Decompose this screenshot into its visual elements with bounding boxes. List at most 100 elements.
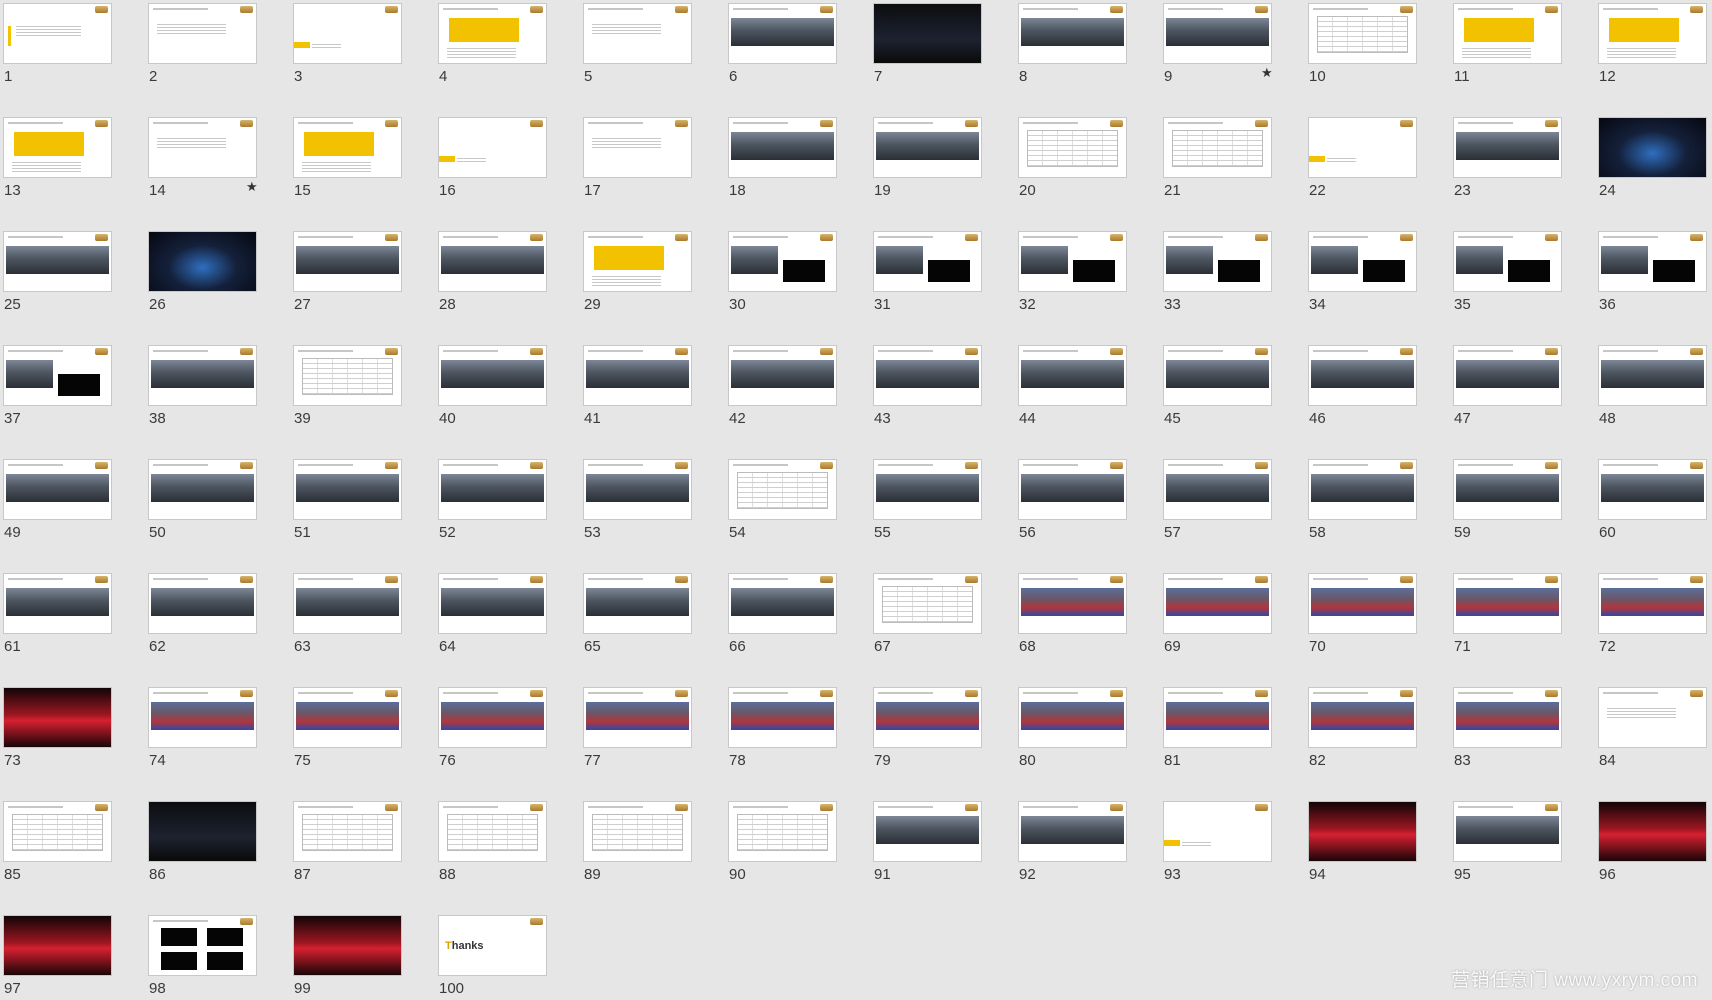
slide-preview[interactable] bbox=[1018, 231, 1127, 292]
slide-preview[interactable] bbox=[3, 459, 112, 520]
slide-preview[interactable] bbox=[1163, 345, 1272, 406]
slide-preview[interactable] bbox=[873, 801, 982, 862]
slide-preview[interactable] bbox=[1163, 3, 1272, 64]
slide-preview[interactable] bbox=[293, 801, 402, 862]
slide-preview[interactable] bbox=[3, 573, 112, 634]
slide-thumbnail-77[interactable]: 77 bbox=[580, 684, 725, 794]
slide-preview[interactable] bbox=[1598, 231, 1707, 292]
slide-preview[interactable] bbox=[583, 231, 692, 292]
slide-preview[interactable] bbox=[438, 687, 547, 748]
slide-thumbnail-69[interactable]: 69 bbox=[1160, 570, 1305, 680]
slide-thumbnail-23[interactable]: 23 bbox=[1450, 114, 1595, 224]
slide-preview[interactable] bbox=[293, 3, 402, 64]
slide-thumbnail-18[interactable]: 18 bbox=[725, 114, 870, 224]
slide-preview[interactable] bbox=[148, 345, 257, 406]
slide-thumbnail-36[interactable]: 36 bbox=[1595, 228, 1712, 338]
slide-thumbnail-12[interactable]: 12 bbox=[1595, 0, 1712, 110]
slide-thumbnail-71[interactable]: 71 bbox=[1450, 570, 1595, 680]
slide-thumbnail-19[interactable]: 19 bbox=[870, 114, 1015, 224]
slide-thumbnail-94[interactable]: 94 bbox=[1305, 798, 1450, 908]
slide-preview[interactable] bbox=[438, 573, 547, 634]
slide-thumbnail-98[interactable]: 98 bbox=[145, 912, 290, 1000]
slide-preview[interactable] bbox=[293, 573, 402, 634]
slide-thumbnail-81[interactable]: 81 bbox=[1160, 684, 1305, 794]
slide-thumbnail-38[interactable]: 38 bbox=[145, 342, 290, 452]
slide-thumbnail-13[interactable]: 13 bbox=[0, 114, 145, 224]
slide-preview[interactable] bbox=[873, 231, 982, 292]
slide-thumbnail-9[interactable]: 9 ★ bbox=[1160, 0, 1305, 110]
slide-thumbnail-42[interactable]: 42 bbox=[725, 342, 870, 452]
slide-preview[interactable] bbox=[1018, 345, 1127, 406]
slide-preview[interactable] bbox=[728, 345, 837, 406]
slide-preview[interactable] bbox=[3, 3, 112, 64]
slide-preview[interactable] bbox=[293, 231, 402, 292]
slide-preview[interactable] bbox=[583, 3, 692, 64]
slide-thumbnail-99[interactable]: 99 bbox=[290, 912, 435, 1000]
slide-thumbnail-2[interactable]: 2 bbox=[145, 0, 290, 110]
slide-thumbnail-68[interactable]: 68 bbox=[1015, 570, 1160, 680]
slide-preview[interactable] bbox=[873, 117, 982, 178]
slide-preview[interactable] bbox=[3, 345, 112, 406]
slide-thumbnail-63[interactable]: 63 bbox=[290, 570, 435, 680]
slide-preview[interactable] bbox=[1018, 687, 1127, 748]
slide-thumbnail-61[interactable]: 61 bbox=[0, 570, 145, 680]
slide-preview[interactable] bbox=[1598, 117, 1707, 178]
slide-thumbnail-84[interactable]: 84 bbox=[1595, 684, 1712, 794]
slide-preview[interactable] bbox=[583, 345, 692, 406]
slide-preview[interactable] bbox=[293, 687, 402, 748]
slide-preview[interactable] bbox=[148, 117, 257, 178]
slide-thumbnail-80[interactable]: 80 bbox=[1015, 684, 1160, 794]
slide-thumbnail-78[interactable]: 78 bbox=[725, 684, 870, 794]
slide-thumbnail-88[interactable]: 88 bbox=[435, 798, 580, 908]
slide-preview[interactable] bbox=[728, 3, 837, 64]
slide-thumbnail-56[interactable]: 56 bbox=[1015, 456, 1160, 566]
slide-thumbnail-43[interactable]: 43 bbox=[870, 342, 1015, 452]
slide-thumbnail-16[interactable]: 16 bbox=[435, 114, 580, 224]
slide-preview[interactable] bbox=[1163, 231, 1272, 292]
slide-thumbnail-55[interactable]: 55 bbox=[870, 456, 1015, 566]
slide-preview[interactable] bbox=[1453, 573, 1562, 634]
slide-preview[interactable] bbox=[583, 117, 692, 178]
slide-thumbnail-75[interactable]: 75 bbox=[290, 684, 435, 794]
slide-thumbnail-35[interactable]: 35 bbox=[1450, 228, 1595, 338]
slide-thumbnail-58[interactable]: 58 bbox=[1305, 456, 1450, 566]
slide-preview[interactable] bbox=[1598, 687, 1707, 748]
slide-preview[interactable] bbox=[583, 687, 692, 748]
slide-preview[interactable] bbox=[293, 459, 402, 520]
slide-preview[interactable] bbox=[438, 345, 547, 406]
slide-thumbnail-32[interactable]: 32 bbox=[1015, 228, 1160, 338]
slide-preview[interactable] bbox=[1598, 573, 1707, 634]
slide-preview[interactable] bbox=[728, 573, 837, 634]
slide-preview[interactable] bbox=[728, 117, 837, 178]
slide-thumbnail-64[interactable]: 64 bbox=[435, 570, 580, 680]
slide-preview[interactable] bbox=[1598, 345, 1707, 406]
slide-thumbnail-15[interactable]: 15 bbox=[290, 114, 435, 224]
slide-thumbnail-24[interactable]: 24 bbox=[1595, 114, 1712, 224]
slide-thumbnail-97[interactable]: 97 bbox=[0, 912, 145, 1000]
slide-thumbnail-3[interactable]: 3 bbox=[290, 0, 435, 110]
slide-preview[interactable] bbox=[3, 687, 112, 748]
slide-preview[interactable] bbox=[1308, 3, 1417, 64]
slide-preview[interactable] bbox=[1453, 117, 1562, 178]
slide-preview[interactable] bbox=[148, 3, 257, 64]
slide-thumbnail-37[interactable]: 37 bbox=[0, 342, 145, 452]
slide-thumbnail-45[interactable]: 45 bbox=[1160, 342, 1305, 452]
slide-preview[interactable] bbox=[148, 459, 257, 520]
slide-thumbnail-41[interactable]: 41 bbox=[580, 342, 725, 452]
slide-thumbnail-47[interactable]: 47 bbox=[1450, 342, 1595, 452]
slide-thumbnail-52[interactable]: 52 bbox=[435, 456, 580, 566]
slide-thumbnail-89[interactable]: 89 bbox=[580, 798, 725, 908]
slide-thumbnail-10[interactable]: 10 bbox=[1305, 0, 1450, 110]
slide-preview[interactable] bbox=[1453, 3, 1562, 64]
slide-thumbnail-17[interactable]: 17 bbox=[580, 114, 725, 224]
slide-preview[interactable] bbox=[1018, 573, 1127, 634]
slide-thumbnail-25[interactable]: 25 bbox=[0, 228, 145, 338]
slide-thumbnail-90[interactable]: 90 bbox=[725, 798, 870, 908]
slide-thumbnail-70[interactable]: 70 bbox=[1305, 570, 1450, 680]
slide-preview[interactable] bbox=[293, 345, 402, 406]
slide-thumbnail-34[interactable]: 34 bbox=[1305, 228, 1450, 338]
slide-preview[interactable] bbox=[1163, 801, 1272, 862]
slide-preview[interactable] bbox=[873, 573, 982, 634]
slide-preview[interactable] bbox=[438, 801, 547, 862]
slide-thumbnail-79[interactable]: 79 bbox=[870, 684, 1015, 794]
